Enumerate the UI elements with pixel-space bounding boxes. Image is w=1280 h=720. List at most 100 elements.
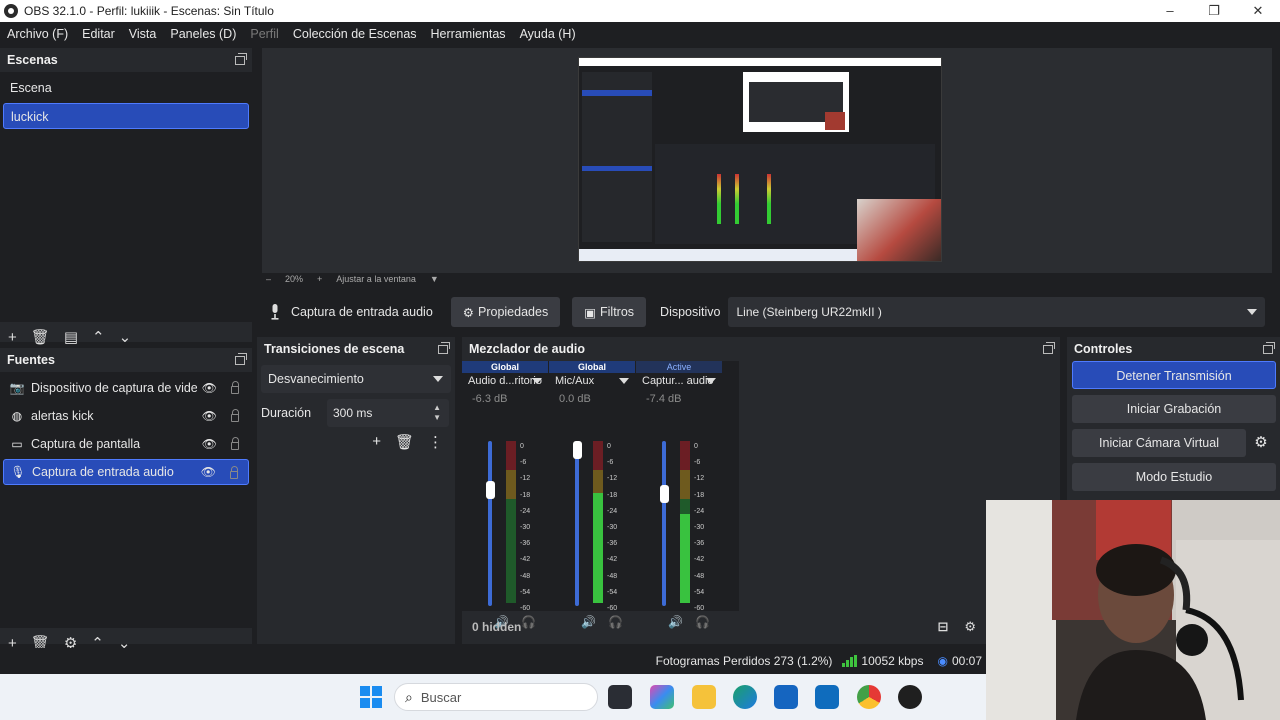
stop-streaming-button[interactable]: Detener Transmisión bbox=[1072, 361, 1276, 389]
menu-archivo[interactable]: Archivo (F) bbox=[7, 27, 68, 41]
channel-tag: Global bbox=[549, 361, 635, 373]
advanced-audio-icon[interactable]: ⚙ bbox=[964, 619, 976, 635]
lock-icon[interactable] bbox=[231, 381, 239, 394]
start-virtual-camera-button[interactable]: Iniciar Cámara Virtual bbox=[1072, 429, 1246, 457]
undock-icon[interactable] bbox=[1263, 341, 1275, 354]
layout-icon[interactable]: ⊟ bbox=[937, 619, 948, 635]
eye-icon[interactable]: 👁 bbox=[202, 409, 217, 423]
menu-herramientas[interactable]: Herramientas bbox=[431, 27, 506, 41]
volume-fader[interactable] bbox=[488, 441, 492, 606]
camera-icon: 📷 bbox=[9, 381, 25, 395]
fader-handle[interactable] bbox=[486, 480, 495, 499]
volume-fader[interactable] bbox=[575, 441, 579, 606]
more-options-icon[interactable]: ⋮ bbox=[428, 433, 443, 451]
transitions-title: Transiciones de escena bbox=[264, 342, 405, 356]
menu-editar[interactable]: Editar bbox=[82, 27, 115, 41]
lock-icon[interactable] bbox=[231, 409, 239, 422]
preview-nested-menubar bbox=[579, 58, 941, 66]
close-button[interactable]: ✕ bbox=[1236, 0, 1280, 22]
undock-icon[interactable] bbox=[438, 341, 450, 354]
device-select[interactable]: Line (Steinberg UR22mkII ) bbox=[728, 297, 1266, 327]
source-item-audio-input[interactable]: 🎙 Captura de entrada audio 👁 bbox=[3, 459, 249, 485]
move-down-icon[interactable]: ⌄ bbox=[119, 328, 132, 346]
tick-label: 0 bbox=[607, 443, 611, 450]
properties-button[interactable]: ⚙ Propiedades bbox=[450, 297, 561, 327]
lock-icon[interactable] bbox=[230, 466, 238, 479]
fader-handle[interactable] bbox=[660, 485, 669, 504]
lock-icon[interactable] bbox=[231, 437, 239, 450]
undock-icon[interactable] bbox=[235, 52, 247, 65]
gear-icon: ⚙ bbox=[462, 305, 474, 320]
maximize-button[interactable]: ❐ bbox=[1192, 0, 1236, 22]
zoom-dropdown-icon[interactable]: ▼ bbox=[430, 274, 439, 284]
add-scene-icon[interactable]: + bbox=[8, 329, 17, 346]
studio-mode-button[interactable]: Modo Estudio bbox=[1072, 463, 1276, 491]
file-explorer-icon[interactable] bbox=[692, 685, 716, 709]
eye-icon[interactable]: 👁 bbox=[202, 437, 217, 451]
eye-icon[interactable]: 👁 bbox=[201, 465, 216, 479]
taskbar-search[interactable]: ⌕ Buscar bbox=[394, 683, 598, 711]
tick-label: -18 bbox=[694, 491, 705, 499]
source-item-video-capture[interactable]: 📷 Dispositivo de captura de video 👁 bbox=[3, 375, 249, 401]
scenes-dock: Escenas Escena luckick + 🗑 ▤ ⌃ ⌄ bbox=[0, 48, 252, 346]
undock-icon[interactable] bbox=[1043, 341, 1055, 354]
channel-name[interactable]: Captur... audio bbox=[636, 373, 722, 389]
menu-vista[interactable]: Vista bbox=[129, 27, 157, 41]
filters-button[interactable]: ▣ Filtros bbox=[572, 297, 647, 327]
scene-item-escena[interactable]: Escena bbox=[3, 75, 249, 101]
tick-label: 0 bbox=[694, 443, 698, 450]
gear-icon[interactable]: ⚙ bbox=[1246, 429, 1276, 457]
preview-area: – 20% + Ajustar a la ventana ▼ bbox=[262, 48, 1272, 284]
source-name: Captura de pantalla bbox=[31, 437, 141, 451]
m365-icon[interactable] bbox=[650, 685, 674, 709]
zoom-out-button[interactable]: – bbox=[266, 274, 271, 284]
windows-start-icon[interactable] bbox=[360, 686, 382, 708]
duration-input[interactable]: 300 ms ▲ ▼ bbox=[327, 399, 449, 427]
outlook-icon[interactable] bbox=[815, 685, 839, 709]
add-transition-icon[interactable]: + bbox=[372, 433, 381, 451]
preview-canvas[interactable] bbox=[578, 57, 942, 262]
menu-ayuda[interactable]: Ayuda (H) bbox=[520, 27, 576, 41]
remove-scene-icon[interactable]: 🗑 bbox=[31, 328, 50, 346]
mixer-dock-header: Mezclador de audio bbox=[462, 337, 1060, 361]
source-item-alertas-kick[interactable]: ◍ alertas kick 👁 bbox=[3, 403, 249, 429]
hidden-count[interactable]: 0 hidden bbox=[472, 620, 521, 634]
mixer-channel: Active Captur... audio -7.4 dB 0 -6 -12 -18 -24… bbox=[636, 361, 722, 629]
menu-perfil[interactable]: Perfil bbox=[250, 27, 278, 41]
chrome-icon[interactable] bbox=[857, 685, 881, 709]
zoom-in-button[interactable]: + bbox=[317, 274, 322, 284]
edge-icon[interactable] bbox=[733, 685, 757, 709]
volume-fader[interactable] bbox=[662, 441, 666, 606]
remove-transition-icon[interactable]: 🗑 bbox=[395, 433, 414, 451]
channel-name[interactable]: Audio d...ritorio bbox=[462, 373, 548, 389]
scene-filters-icon[interactable]: ▤ bbox=[64, 328, 78, 346]
scene-item-luckick[interactable]: luckick bbox=[3, 103, 249, 129]
eye-icon[interactable]: 👁 bbox=[202, 381, 217, 395]
mixer-footer: 0 hidden ⊟ ⚙ bbox=[462, 615, 1060, 639]
preview-zoom-bar: – 20% + Ajustar a la ventana ▼ bbox=[262, 272, 462, 286]
chevron-down-icon[interactable] bbox=[619, 378, 629, 384]
fader-handle[interactable] bbox=[573, 441, 582, 459]
tick-label: -18 bbox=[607, 491, 618, 499]
task-view-icon[interactable] bbox=[608, 685, 632, 709]
channel-name[interactable]: Mic/Aux bbox=[549, 373, 635, 389]
tick-label: -30 bbox=[520, 524, 531, 532]
tick-label: -30 bbox=[607, 524, 618, 532]
undock-icon[interactable] bbox=[235, 352, 247, 365]
source-item-screen-capture[interactable]: ▭ Captura de pantalla 👁 bbox=[3, 431, 249, 457]
store-icon[interactable] bbox=[774, 685, 798, 709]
status-bar: Fotogramas Perdidos 273 (1.2%) 10052 kbp… bbox=[0, 648, 986, 674]
channel-name-text: Audio d...ritorio bbox=[468, 375, 542, 387]
minimize-button[interactable]: – bbox=[1148, 0, 1192, 22]
menu-coleccion-escenas[interactable]: Colección de Escenas bbox=[293, 27, 417, 41]
menu-paneles[interactable]: Paneles (D) bbox=[170, 27, 236, 41]
fit-to-window[interactable]: Ajustar a la ventana bbox=[336, 274, 416, 284]
obs-taskbar-icon[interactable] bbox=[898, 685, 922, 709]
mic-icon: 🎙 bbox=[10, 465, 26, 479]
chevron-down-icon[interactable] bbox=[706, 378, 716, 384]
spinner-icon[interactable]: ▲ ▼ bbox=[433, 403, 441, 423]
chevron-down-icon[interactable] bbox=[532, 378, 542, 384]
move-up-icon[interactable]: ⌃ bbox=[92, 328, 105, 346]
transition-select[interactable]: Desvanecimiento bbox=[261, 365, 451, 393]
start-recording-button[interactable]: Iniciar Grabación bbox=[1072, 395, 1276, 423]
